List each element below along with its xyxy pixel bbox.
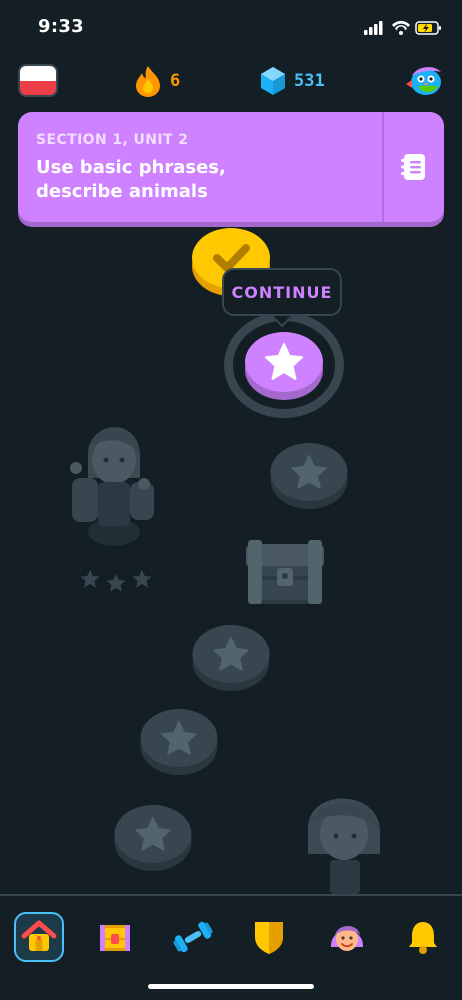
notebook-icon	[401, 154, 425, 180]
lesson-node-locked[interactable]	[192, 622, 270, 692]
shield-icon	[255, 922, 283, 954]
streak-count: 6	[170, 71, 181, 91]
streak-counter[interactable]: 6	[134, 64, 180, 98]
continue-tooltip[interactable]: CONTINUE	[222, 268, 342, 316]
nav-learn[interactable]	[14, 912, 64, 962]
home-icon	[21, 920, 57, 951]
signal-icon	[364, 21, 383, 35]
flag-poland-icon	[20, 66, 56, 81]
lesson-node-locked[interactable]	[140, 706, 218, 776]
nav-profile[interactable]	[322, 912, 372, 962]
character-illustration	[307, 798, 380, 894]
unit-header[interactable]: SECTION 1, UNIT 2 Use basic phrases, des…	[18, 112, 444, 222]
unit-section-label: SECTION 1, UNIT 2	[36, 132, 189, 148]
treasure-icon	[100, 925, 130, 951]
treasure-chest[interactable]	[244, 536, 326, 608]
unit-title: Use basic phrases, describe animals	[36, 157, 226, 202]
flame-icon	[136, 66, 160, 97]
battery-icon	[415, 21, 441, 35]
nav-leagues[interactable]	[244, 912, 294, 962]
guidebook-button[interactable]	[384, 112, 444, 222]
lock-icon	[282, 573, 288, 579]
status-time: 9:33	[38, 16, 84, 37]
avatar-icon	[330, 926, 364, 951]
lesson-node-locked[interactable]	[270, 440, 348, 510]
nav-notifications[interactable]	[398, 912, 448, 962]
nav-practice[interactable]	[168, 912, 218, 962]
gems-counter[interactable]: 531	[260, 64, 325, 98]
stars-rating	[80, 570, 152, 592]
nav-leaderboards[interactable]	[90, 912, 140, 962]
dumbbell-icon	[173, 921, 213, 953]
home-indicator	[148, 984, 314, 989]
status-icons	[364, 20, 441, 35]
gem-count: 531	[294, 71, 325, 91]
bell-icon	[409, 922, 437, 954]
gem-icon	[261, 67, 285, 95]
language-flag-button[interactable]	[18, 64, 58, 97]
wifi-icon	[392, 20, 410, 35]
lesson-node-locked[interactable]	[114, 802, 192, 872]
super-owl-icon[interactable]	[404, 62, 446, 100]
lesson-node-current[interactable]	[244, 326, 324, 402]
character-illustration	[70, 427, 154, 546]
